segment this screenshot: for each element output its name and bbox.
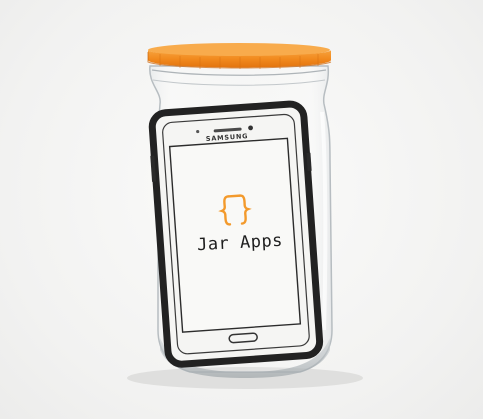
- jar-illustration: SAMSUNG: [127, 43, 363, 389]
- photo-scene: SAMSUNG Jar Apps: [0, 0, 483, 419]
- jar-lid: [147, 43, 332, 69]
